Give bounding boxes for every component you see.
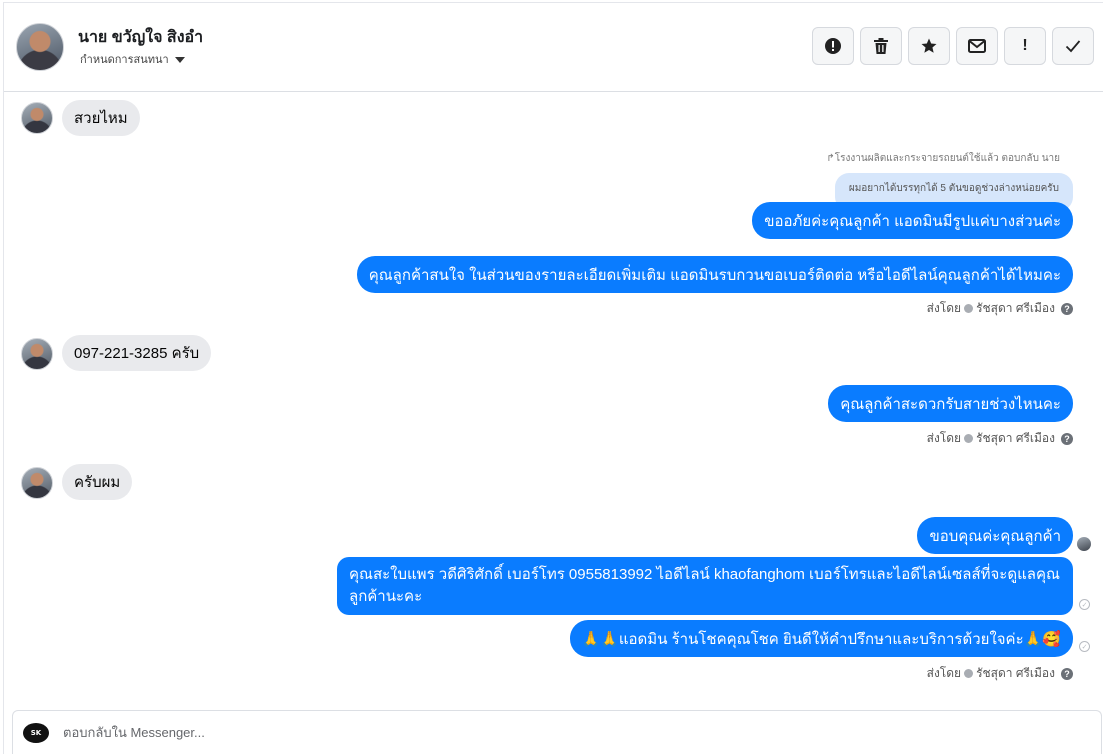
outgoing-message: คุณลูกค้าสนใจ ในส่วนของรายละเอียดเพิ่มเต… xyxy=(356,256,1073,293)
reply-input[interactable] xyxy=(63,725,963,740)
read-receipt-avatar xyxy=(1077,537,1091,551)
agent-status-icon xyxy=(964,304,974,313)
envelope-icon xyxy=(968,39,986,53)
sent-by-info: ส่งโดย รัชสุดา ศรีเมือง ? xyxy=(927,299,1073,318)
sent-by-info: ส่งโดย รัชสุดา ศรีเมือง ? xyxy=(927,664,1073,683)
help-icon[interactable]: ? xyxy=(1061,432,1073,445)
mark-unread-button[interactable] xyxy=(956,27,998,65)
delete-button[interactable] xyxy=(860,27,902,65)
sent-by-prefix: ส่งโดย xyxy=(926,301,962,315)
reply-composer: SK xyxy=(12,710,1102,754)
reply-context-text: โรงงานผลิตและกระจายรถยนต์ใช้แล้ว ตอบกลับ… xyxy=(834,153,1060,164)
outgoing-message: คุณสะใบแพร วดีศิริศักดิ์ เบอร์โทร 095581… xyxy=(337,557,1073,615)
contact-avatar[interactable] xyxy=(16,23,64,71)
message-thread: สวยไหม ↱โรงงานผลิตและกระจายรถยนต์ใช้แล้ว… xyxy=(4,93,1103,709)
sent-by-info: ส่งโดย รัชสุดา ศรีเมือง ? xyxy=(927,429,1073,448)
contact-avatar-small xyxy=(21,338,53,370)
help-icon[interactable]: ? xyxy=(1061,667,1073,680)
messenger-conversation-panel: นาย ขวัญใจ สิงอำ กำหนดการสนทนา ! สวยไหม … xyxy=(3,2,1103,754)
sent-by-prefix: ส่งโดย xyxy=(926,666,962,680)
reply-arrow-icon: ↱ xyxy=(826,153,835,164)
checkmark-icon xyxy=(1065,40,1081,53)
sent-by-name: รัชสุดา ศรีเมือง xyxy=(976,301,1055,315)
agent-status-icon xyxy=(964,669,974,678)
contact-name[interactable]: นาย ขวัญใจ สิงอำ xyxy=(78,25,203,50)
reply-context: ↱โรงงานผลิตและกระจายรถยนต์ใช้แล้ว ตอบกลั… xyxy=(826,151,1060,166)
incoming-message: 097-221-3285 ครับ xyxy=(62,335,212,371)
sent-by-prefix: ส่งโดย xyxy=(926,431,962,445)
incoming-message: ครับผม xyxy=(62,464,133,500)
assign-conversation-label: กำหนดการสนทนา xyxy=(80,54,169,66)
help-icon[interactable]: ? xyxy=(1061,302,1073,315)
mark-important-button[interactable] xyxy=(812,27,854,65)
delivered-check-icon: ✓ xyxy=(1079,641,1090,652)
sent-by-name: รัชสุดา ศรีเมือง xyxy=(976,431,1055,445)
contact-avatar-small xyxy=(21,467,53,499)
outgoing-message: ขออภัยค่ะคุณลูกค้า แอดมินมีรูปแค่บางส่วน… xyxy=(752,202,1073,239)
outgoing-message: ขอบคุณค่ะคุณลูกค้า xyxy=(917,517,1073,554)
flag-button[interactable]: ! xyxy=(1004,27,1046,65)
sent-by-name: รัชสุดา ศรีเมือง xyxy=(976,666,1055,680)
star-icon xyxy=(921,38,937,53)
header-actions: ! xyxy=(812,27,1094,65)
conversation-header: นาย ขวัญใจ สิงอำ กำหนดการสนทนา ! xyxy=(4,3,1103,92)
contact-avatar-small xyxy=(21,102,53,134)
delivered-check-icon: ✓ xyxy=(1079,599,1090,610)
alert-circle-icon xyxy=(825,38,841,54)
incoming-message: สวยไหม xyxy=(62,100,140,136)
agent-status-icon xyxy=(964,434,974,443)
assign-conversation-dropdown[interactable]: กำหนดการสนทนา xyxy=(80,50,185,68)
trash-icon xyxy=(874,38,888,54)
mark-done-button[interactable] xyxy=(1052,27,1094,65)
outgoing-message: คุณลูกค้าสะดวกรับสายช่วงไหนคะ xyxy=(828,385,1073,422)
page-logo: SK xyxy=(23,723,49,743)
exclamation-icon: ! xyxy=(1022,37,1028,54)
caret-down-icon xyxy=(174,56,185,63)
star-button[interactable] xyxy=(908,27,950,65)
outgoing-message: 🙏🙏แอดมิน ร้านโชคคุณโชค ยินดีให้คำปรึกษาแ… xyxy=(569,620,1073,657)
